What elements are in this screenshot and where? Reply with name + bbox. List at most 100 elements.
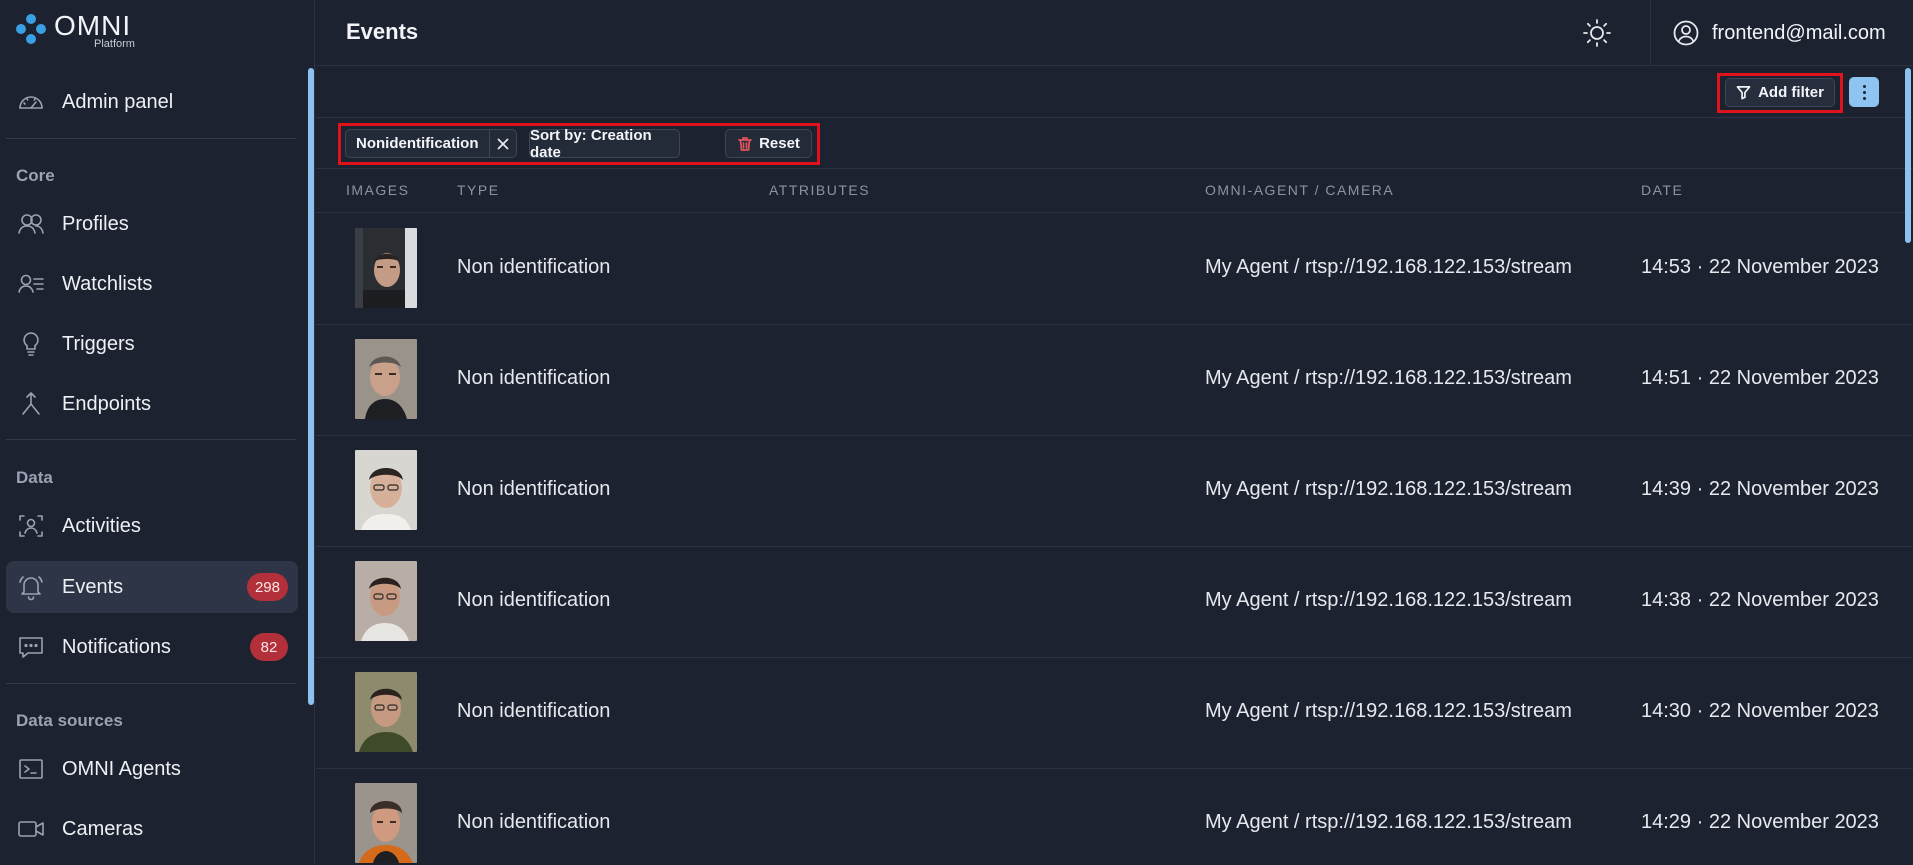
sidebar-item-label: Activities [62, 514, 141, 537]
section-title-data: Data [16, 468, 53, 487]
event-type: Non identification [457, 478, 611, 500]
event-date: 14:38 · 22 November 2023 [1641, 589, 1879, 611]
active-filters-row: Nonidentification Sort by: Creation date… [316, 119, 1913, 169]
face-thumbnail[interactable] [355, 561, 417, 641]
reset-label: Reset [759, 135, 800, 152]
table-header: IMAGES TYPE ATTRIBUTES OMNI-AGENT / CAME… [316, 170, 1913, 213]
table-row[interactable]: Non identification My Agent / rtsp://192… [316, 547, 1913, 658]
divider [1650, 0, 1651, 66]
divider [6, 138, 296, 139]
events-table-body: Non identification My Agent / rtsp://192… [316, 214, 1913, 865]
event-type: Non identification [457, 367, 611, 389]
lightbulb-icon [17, 330, 45, 358]
column-header-type: TYPE [457, 182, 500, 198]
sort-chip[interactable]: Sort by: Creation date [529, 126, 680, 161]
sidebar-item-label: OMNI Agents [62, 757, 181, 780]
sidebar-item-events[interactable]: Events 298 [6, 561, 298, 613]
table-row[interactable]: Non identification My Agent / rtsp://192… [316, 214, 1913, 325]
event-type: Non identification [457, 589, 611, 611]
event-agent-camera: My Agent / rtsp://192.168.122.153/stream [1205, 478, 1572, 500]
face-thumbnail[interactable] [355, 783, 417, 863]
sidebar-item-omni-agents[interactable]: OMNI Agents [6, 743, 298, 795]
column-header-attributes: ATTRIBUTES [769, 182, 871, 198]
column-header-date: DATE [1641, 182, 1684, 198]
divider [6, 683, 296, 684]
event-type: Non identification [457, 256, 611, 278]
remove-filter-button[interactable] [490, 130, 517, 157]
sidebar-item-label: Profiles [62, 212, 129, 235]
filter-icon [1736, 86, 1751, 100]
theme-toggle-button[interactable] [1578, 14, 1616, 52]
table-row[interactable]: Non identification My Agent / rtsp://192… [316, 658, 1913, 769]
sidebar-item-triggers[interactable]: Triggers [6, 318, 298, 370]
top-bar: Events frontend@mail.com [316, 0, 1913, 66]
user-menu[interactable]: frontend@mail.com [1672, 15, 1886, 51]
event-agent-camera: My Agent / rtsp://192.168.122.153/stream [1205, 700, 1572, 722]
logo-mark-icon [16, 14, 46, 44]
sidebar-item-label: Watchlists [62, 272, 153, 295]
events-count-badge: 298 [246, 573, 288, 601]
gauge-icon [17, 88, 45, 116]
face-thumbnail[interactable] [355, 450, 417, 530]
face-scan-icon [17, 512, 45, 540]
event-agent-camera: My Agent / rtsp://192.168.122.153/stream [1205, 367, 1572, 389]
filter-toolbar: Add filter [316, 67, 1913, 118]
add-filter-button[interactable]: Add filter [1725, 78, 1835, 107]
sidebar-item-label: Cameras [62, 817, 144, 840]
filter-chip-type: Nonidentification [345, 129, 517, 158]
page-title: Events [346, 19, 419, 44]
video-camera-icon [17, 815, 45, 843]
sidebar-item-notifications[interactable]: Notifications 82 [6, 621, 298, 673]
section-title-data-sources: Data sources [16, 711, 123, 730]
event-type: Non identification [457, 700, 611, 722]
column-header-images: IMAGES [346, 182, 410, 198]
column-header-agent-camera: OMNI-AGENT / CAMERA [1205, 182, 1395, 198]
sidebar-item-activities[interactable]: Activities [6, 500, 298, 552]
main-scrollbar[interactable] [1905, 68, 1911, 243]
divider [6, 439, 296, 440]
event-date: 14:53 · 22 November 2023 [1641, 256, 1879, 278]
event-date: 14:39 · 22 November 2023 [1641, 478, 1879, 500]
event-agent-camera: My Agent / rtsp://192.168.122.153/stream [1205, 811, 1572, 833]
user-circle-icon [1673, 20, 1699, 46]
users-icon [17, 210, 45, 238]
bell-icon [17, 573, 45, 601]
sidebar-item-label: Admin panel [62, 90, 174, 113]
user-email: frontend@mail.com [1712, 21, 1886, 44]
event-date: 14:29 · 22 November 2023 [1641, 811, 1879, 833]
table-row[interactable]: Non identification My Agent / rtsp://192… [316, 436, 1913, 547]
sidebar-item-profiles[interactable]: Profiles [6, 198, 298, 250]
sun-icon [1583, 19, 1611, 47]
sidebar-item-endpoints[interactable]: Endpoints [6, 378, 298, 430]
filter-chip-label[interactable]: Nonidentification [346, 130, 490, 157]
face-thumbnail[interactable] [355, 228, 417, 308]
close-icon [497, 137, 509, 150]
reset-button[interactable]: Reset [725, 129, 812, 158]
event-date: 14:51 · 22 November 2023 [1641, 367, 1879, 389]
sidebar-item-label: Endpoints [62, 392, 151, 415]
omni-logo[interactable]: OMNI Platform [14, 12, 135, 50]
face-thumbnail[interactable] [355, 339, 417, 419]
sort-chip-label: Sort by: Creation date [530, 126, 652, 161]
event-agent-camera: My Agent / rtsp://192.168.122.153/stream [1205, 256, 1572, 278]
table-row[interactable]: Non identification My Agent / rtsp://192… [316, 769, 1913, 865]
notifications-count-badge: 82 [250, 633, 288, 661]
sidebar-item-label: Events [62, 575, 124, 598]
terminal-icon [17, 755, 45, 783]
kebab-menu-icon [1862, 83, 1866, 101]
sidebar-item-admin-panel[interactable]: Admin panel [6, 76, 298, 128]
sidebar-item-cameras[interactable]: Cameras [6, 803, 298, 855]
event-date: 14:30 · 22 November 2023 [1641, 700, 1879, 722]
sidebar-item-watchlists[interactable]: Watchlists [6, 258, 298, 310]
chat-bubble-icon [17, 633, 45, 661]
add-filter-label: Add filter [1758, 84, 1824, 101]
logo-subtitle: Platform [94, 38, 135, 50]
table-row[interactable]: Non identification My Agent / rtsp://192… [316, 325, 1913, 436]
logo-word: OMNI [54, 10, 132, 41]
sidebar-item-label: Triggers [62, 332, 135, 355]
sidebar: OMNI Platform Admin panel Core Profiles … [0, 0, 315, 865]
more-options-button[interactable] [1849, 77, 1879, 107]
sidebar-scrollbar[interactable] [308, 68, 314, 705]
split-arrows-icon [17, 390, 45, 418]
face-thumbnail[interactable] [355, 672, 417, 752]
